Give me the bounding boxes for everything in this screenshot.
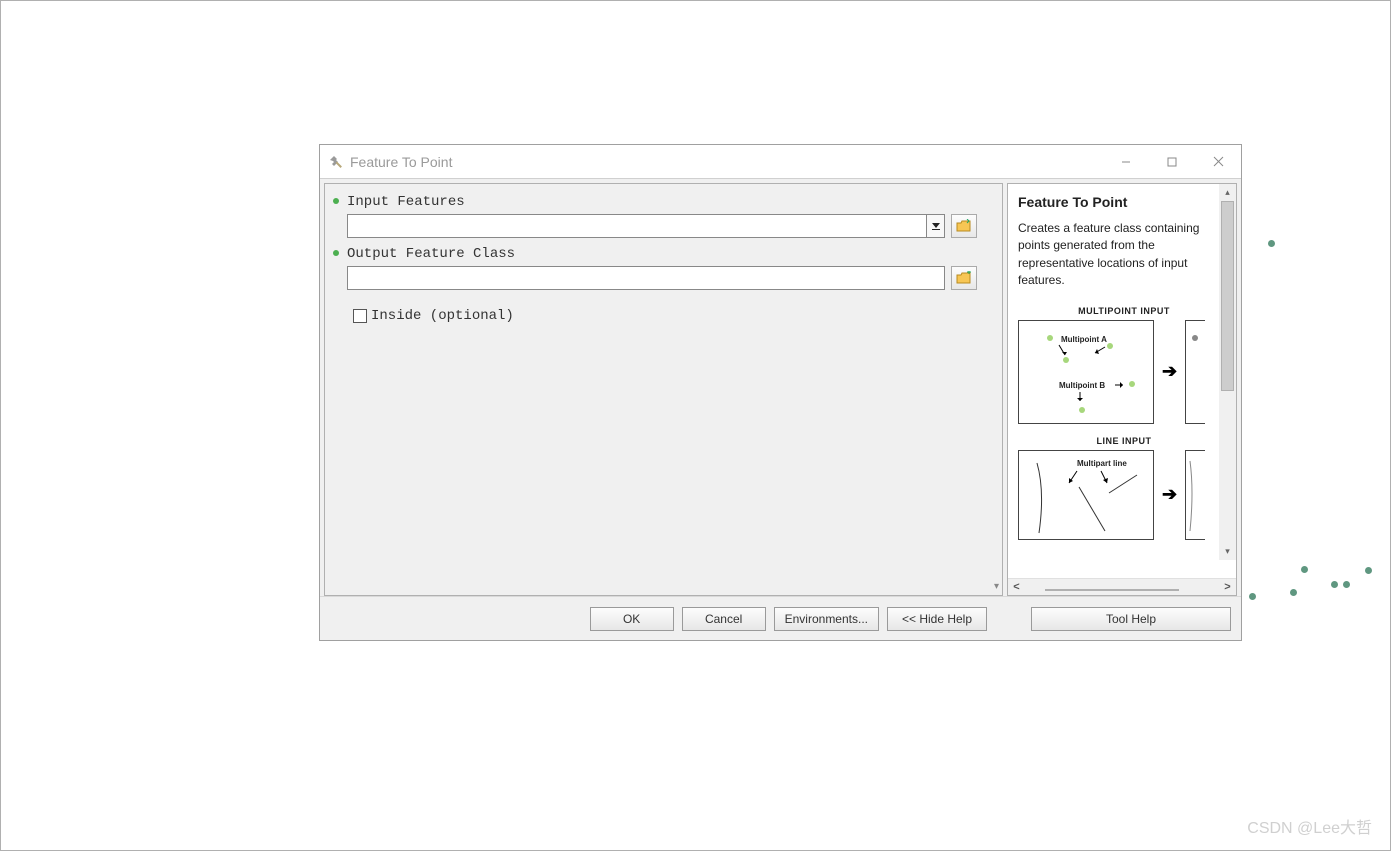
environments-button[interactable]: Environments... <box>774 607 879 631</box>
scroll-thumb[interactable] <box>1221 201 1234 391</box>
help-pane: Feature To Point Creates a feature class… <box>1007 183 1237 596</box>
chevron-down-icon[interactable]: ▾ <box>994 581 999 592</box>
scroll-up-icon[interactable]: ▴ <box>1219 184 1236 201</box>
browse-input-button[interactable] <box>951 214 977 238</box>
inside-checkbox-row: Inside (optional) <box>353 308 977 324</box>
ok-button[interactable]: OK <box>590 607 674 631</box>
scroll-thumb[interactable] <box>1045 589 1179 591</box>
folder-icon <box>956 219 972 233</box>
button-bar: OK Cancel Environments... << Hide Help T… <box>320 596 1241 640</box>
diagram-box-out <box>1185 450 1205 540</box>
stray-dot <box>1331 581 1338 588</box>
stray-dot <box>1343 581 1350 588</box>
diagram-box: Multipoint A Multipoint B <box>1018 320 1154 424</box>
dialog-window: Feature To Point Input Features <box>319 144 1242 641</box>
tool-help-button[interactable]: Tool Help <box>1031 607 1231 631</box>
hammer-icon <box>328 154 344 170</box>
required-dot-icon <box>333 198 339 204</box>
output-feature-class-label: Output Feature Class <box>347 246 977 262</box>
input-features-label: Input Features <box>347 194 977 210</box>
close-button[interactable] <box>1195 145 1241 178</box>
stray-dot <box>1290 589 1297 596</box>
diagram-box: Multipart line <box>1018 450 1154 540</box>
scroll-down-icon[interactable]: ▾ <box>1219 543 1236 560</box>
cancel-button[interactable]: Cancel <box>682 607 766 631</box>
minimize-button[interactable] <box>1103 145 1149 178</box>
help-title: Feature To Point <box>1018 194 1230 210</box>
input-features-combo[interactable] <box>347 214 945 238</box>
folder-icon <box>956 271 972 285</box>
window-title: Feature To Point <box>350 154 452 170</box>
help-vertical-scrollbar[interactable]: ▴ ▾ <box>1219 184 1236 560</box>
required-dot-icon <box>333 250 339 256</box>
output-feature-class-group: Output Feature Class <box>335 246 977 290</box>
chevron-down-icon[interactable] <box>926 215 944 237</box>
inside-checkbox[interactable] <box>353 309 367 323</box>
titlebar[interactable]: Feature To Point <box>320 145 1241 179</box>
scroll-right-icon[interactable]: > <box>1219 581 1236 593</box>
arrow-right-icon: ➔ <box>1162 484 1177 505</box>
hide-help-button[interactable]: << Hide Help <box>887 607 987 631</box>
stray-dot <box>1301 566 1308 573</box>
diagram-box-out <box>1185 320 1205 424</box>
output-feature-class-input[interactable] <box>347 266 945 290</box>
diagram-title-1: MULTIPOINT INPUT <box>1018 306 1230 316</box>
inside-label: Inside (optional) <box>371 308 514 324</box>
help-description: Creates a feature class containing point… <box>1018 220 1230 290</box>
stray-dot <box>1249 593 1256 600</box>
diagram-line: LINE INPUT Multipart line <box>1018 436 1230 540</box>
watermark: CSDN @Lee大哲 <box>1247 814 1372 838</box>
diagram-multipoint: MULTIPOINT INPUT Multipoint A Multipoint… <box>1018 306 1230 424</box>
diagram-label-b: Multipoint B <box>1059 381 1105 390</box>
stray-dot <box>1268 240 1275 247</box>
stray-dot <box>1365 567 1372 574</box>
help-horizontal-scrollbar[interactable]: < > <box>1008 578 1236 595</box>
scroll-left-icon[interactable]: < <box>1008 581 1025 593</box>
arrow-right-icon: ➔ <box>1162 361 1177 382</box>
browse-output-button[interactable] <box>951 266 977 290</box>
form-pane: Input Features <box>324 183 1003 596</box>
maximize-button[interactable] <box>1149 145 1195 178</box>
input-features-group: Input Features <box>335 194 977 238</box>
diagram-title-2: LINE INPUT <box>1018 436 1230 446</box>
